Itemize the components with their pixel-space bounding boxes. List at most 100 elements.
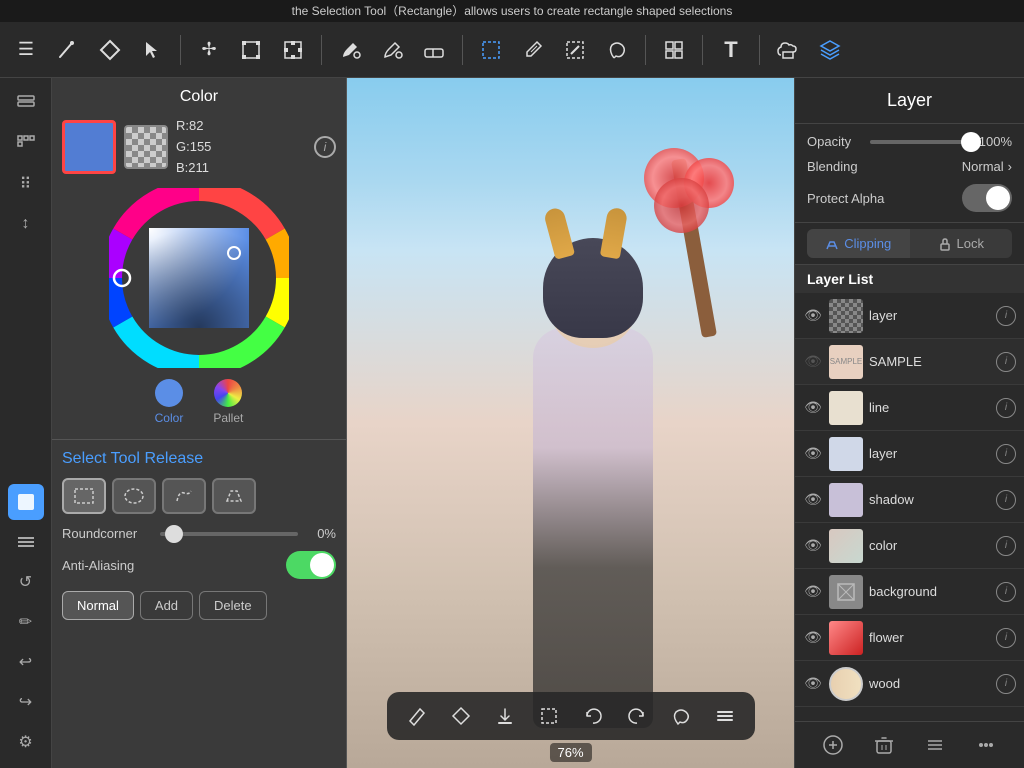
layer-info-btn[interactable]: i bbox=[996, 628, 1016, 648]
brush-tool-icon[interactable] bbox=[50, 32, 86, 68]
sidebar-layers-icon[interactable] bbox=[8, 86, 44, 122]
canvas-undo-icon[interactable] bbox=[577, 700, 609, 732]
shape-ellipse-btn[interactable] bbox=[112, 478, 156, 514]
sidebar-rotate-icon[interactable]: ↺ bbox=[8, 564, 44, 600]
fill-icon[interactable] bbox=[332, 32, 368, 68]
layer-item[interactable]: 👁 flower i bbox=[795, 615, 1024, 661]
layer-visibility-icon[interactable]: 👁 bbox=[803, 444, 823, 464]
sidebar-dots-icon[interactable]: ⠿ bbox=[8, 166, 44, 202]
layers-icon[interactable] bbox=[812, 32, 848, 68]
canvas-lasso-icon[interactable] bbox=[665, 700, 697, 732]
shape-freehand-btn[interactable] bbox=[162, 478, 206, 514]
left-sidebar: ⠿ ↕ ↺ ✏ ↩ ↪ ⚙ bbox=[0, 78, 52, 768]
canvas-redo-icon[interactable] bbox=[621, 700, 653, 732]
sidebar-pen-icon[interactable]: ✏ bbox=[8, 604, 44, 640]
add-layer-btn[interactable] bbox=[807, 730, 858, 760]
transform-side-icon[interactable] bbox=[275, 32, 311, 68]
protect-alpha-row: Protect Alpha bbox=[807, 184, 1012, 212]
layer-info-btn[interactable]: i bbox=[996, 306, 1016, 326]
layer-visibility-icon[interactable]: 👁 bbox=[803, 352, 823, 372]
stamp-icon[interactable] bbox=[656, 32, 692, 68]
sidebar-grid-icon[interactable] bbox=[8, 126, 44, 162]
select-shapes bbox=[62, 478, 336, 514]
layer-info-btn[interactable]: i bbox=[996, 444, 1016, 464]
layer-info-btn[interactable]: i bbox=[996, 582, 1016, 602]
cursor-icon[interactable] bbox=[134, 32, 170, 68]
canvas-area[interactable]: 76% bbox=[347, 78, 794, 768]
sidebar-settings-icon[interactable]: ⚙ bbox=[8, 724, 44, 760]
roundcorner-slider[interactable] bbox=[160, 532, 298, 536]
shape-poly-btn[interactable] bbox=[212, 478, 256, 514]
blending-label: Blending bbox=[807, 159, 954, 174]
tooltip-text: the Selection Tool（Rectangle）allows user… bbox=[292, 4, 733, 18]
canvas-download-icon[interactable] bbox=[489, 700, 521, 732]
layer-item[interactable]: 👁 wood i bbox=[795, 661, 1024, 707]
clipping-button[interactable]: Clipping bbox=[807, 229, 910, 258]
separator-2 bbox=[321, 35, 322, 65]
diamond-icon[interactable] bbox=[92, 32, 128, 68]
layer-item[interactable]: 👁 layer i bbox=[795, 431, 1024, 477]
eyedropper-icon[interactable] bbox=[515, 32, 551, 68]
layer-info-btn[interactable]: i bbox=[996, 352, 1016, 372]
text-icon[interactable]: T bbox=[713, 32, 749, 68]
layer-item[interactable]: 👁 line i bbox=[795, 385, 1024, 431]
lock-button[interactable]: Lock bbox=[910, 229, 1013, 258]
lasso-icon[interactable] bbox=[599, 32, 635, 68]
layer-visibility-icon[interactable]: 👁 bbox=[803, 582, 823, 602]
canvas-menu-icon[interactable] bbox=[709, 700, 741, 732]
canvas-pen-icon[interactable] bbox=[401, 700, 433, 732]
layer-item[interactable]: 👁 background i bbox=[795, 569, 1024, 615]
secondary-color-swatch[interactable] bbox=[124, 125, 168, 169]
fill-outline-icon[interactable] bbox=[374, 32, 410, 68]
layer-item[interactable]: 👁 layer i bbox=[795, 293, 1024, 339]
sidebar-redo-icon[interactable]: ↪ bbox=[8, 684, 44, 720]
layer-visibility-icon[interactable]: 👁 bbox=[803, 306, 823, 326]
color-tab-color[interactable]: Color bbox=[155, 379, 184, 425]
paint-line-icon[interactable] bbox=[557, 32, 593, 68]
eraser-icon[interactable] bbox=[416, 32, 452, 68]
sidebar-undo-icon[interactable]: ↩ bbox=[8, 644, 44, 680]
transform-corner-icon[interactable] bbox=[233, 32, 269, 68]
mode-normal-btn[interactable]: Normal bbox=[62, 591, 134, 620]
layer-visibility-icon[interactable]: 👁 bbox=[803, 490, 823, 510]
layer-item[interactable]: 👁 SAMPLE SAMPLE i bbox=[795, 339, 1024, 385]
canvas-diamond-icon[interactable] bbox=[445, 700, 477, 732]
canvas-selection-icon[interactable] bbox=[533, 700, 565, 732]
blending-value-btn[interactable]: Normal › bbox=[962, 159, 1012, 174]
layer-visibility-icon[interactable]: 👁 bbox=[803, 674, 823, 694]
protect-alpha-toggle[interactable] bbox=[962, 184, 1012, 212]
shape-rect-btn[interactable] bbox=[62, 478, 106, 514]
selection-rect-icon[interactable] bbox=[473, 32, 509, 68]
mode-delete-btn[interactable]: Delete bbox=[199, 591, 267, 620]
color-wheel[interactable] bbox=[109, 188, 289, 368]
color-tab-pallet[interactable]: Pallet bbox=[213, 379, 243, 425]
layer-visibility-icon[interactable]: 👁 bbox=[803, 398, 823, 418]
sidebar-layers2-icon[interactable] bbox=[8, 524, 44, 560]
layer-info-btn[interactable]: i bbox=[996, 490, 1016, 510]
layer-visibility-icon[interactable]: 👁 bbox=[803, 628, 823, 648]
color-info-icon[interactable]: i bbox=[314, 136, 336, 158]
layer-info-btn[interactable]: i bbox=[996, 536, 1016, 556]
release-link[interactable]: Release bbox=[144, 450, 203, 467]
layer-item[interactable]: 👁 shadow i bbox=[795, 477, 1024, 523]
mode-add-btn[interactable]: Add bbox=[140, 591, 193, 620]
sidebar-active-icon[interactable] bbox=[8, 484, 44, 520]
primary-color-swatch[interactable] bbox=[62, 120, 116, 174]
sidebar-flip-icon[interactable]: ↕ bbox=[8, 206, 44, 242]
cloud-icon[interactable] bbox=[770, 32, 806, 68]
canvas-zoom: 76% bbox=[549, 743, 591, 762]
clipping-label: Clipping bbox=[844, 236, 891, 251]
sort-layer-btn[interactable] bbox=[910, 730, 961, 760]
delete-layer-btn[interactable] bbox=[858, 730, 909, 760]
color-swatches-row: R:82 G:155 B:211 i bbox=[62, 116, 336, 178]
layer-visibility-icon[interactable]: 👁 bbox=[803, 536, 823, 556]
move-icon[interactable]: ✢ bbox=[191, 32, 227, 68]
canvas-bottom-toolbar bbox=[387, 692, 755, 740]
layer-info-btn[interactable]: i bbox=[996, 674, 1016, 694]
anti-aliasing-toggle[interactable] bbox=[286, 551, 336, 579]
opacity-slider[interactable] bbox=[870, 140, 971, 144]
layer-info-btn[interactable]: i bbox=[996, 398, 1016, 418]
more-layer-btn[interactable] bbox=[961, 730, 1012, 760]
layer-item[interactable]: 👁 color i bbox=[795, 523, 1024, 569]
menu-icon[interactable]: ☰ bbox=[8, 32, 44, 68]
